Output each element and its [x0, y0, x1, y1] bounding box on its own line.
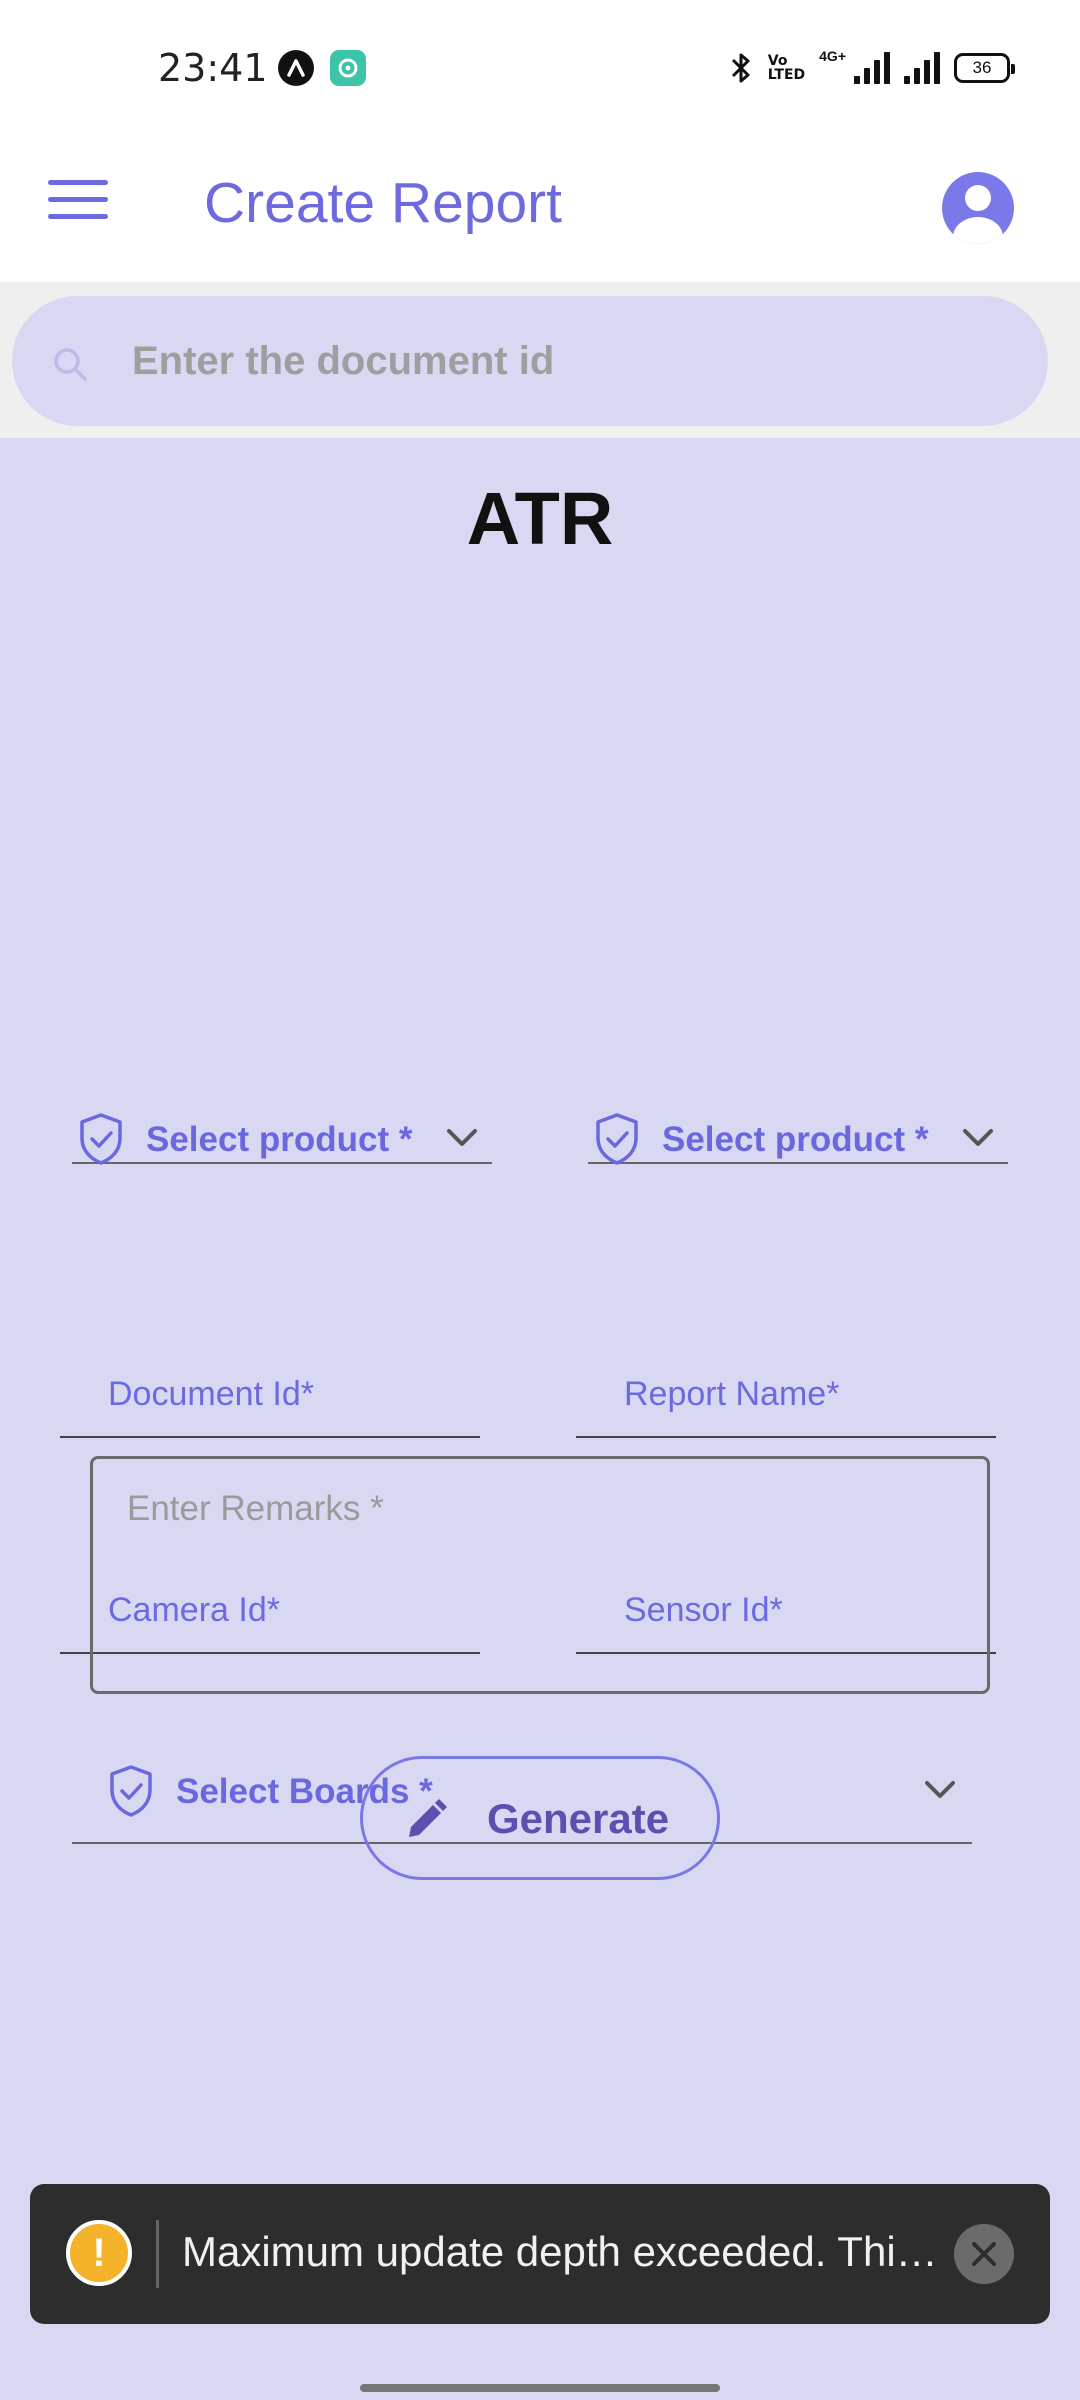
report-name-field[interactable]	[576, 1330, 996, 1438]
toast-message: Maximum update depth exceeded. Thi…	[182, 2228, 938, 2275]
search-bar-container	[0, 282, 1080, 438]
report-form: ATR Select product * Select product * Do…	[0, 438, 1080, 2400]
product-select-2-label: Select product *	[662, 1120, 929, 1159]
generate-button[interactable]: Generate	[360, 1756, 720, 1880]
shield-check-icon	[80, 1113, 122, 1165]
remarks-textarea[interactable]	[90, 1456, 990, 1694]
hamburger-menu-icon[interactable]	[48, 180, 108, 224]
generate-label: Generate	[487, 1795, 670, 1842]
report-name-input[interactable]	[624, 1368, 984, 1420]
search-bar[interactable]	[12, 296, 1048, 426]
pencil-icon	[409, 1799, 447, 1837]
chevron-down-icon	[447, 1129, 477, 1146]
status-bar: 23:41 Vo LTED 4G+ 36	[0, 0, 1080, 130]
toast-divider	[156, 2220, 159, 2288]
chat-notification-icon	[330, 50, 366, 86]
bluetooth-icon	[731, 53, 750, 83]
product-select-1[interactable]: Select product *	[72, 1058, 492, 1165]
close-icon[interactable]	[954, 2224, 1014, 2284]
warning-icon: !	[66, 2220, 132, 2286]
signal-icon-2	[904, 52, 940, 84]
page-title: Create Report	[204, 171, 563, 235]
home-indicator[interactable]	[360, 2384, 720, 2392]
form-title: ATR	[466, 477, 614, 560]
product-select-1-label: Select product *	[146, 1120, 413, 1159]
battery-icon: 36	[954, 53, 1015, 83]
error-toast: ! Maximum update depth exceeded. Thi…	[30, 2184, 1050, 2324]
chevron-down-icon	[925, 1781, 955, 1798]
chevron-down-icon	[963, 1129, 993, 1146]
volte-label-top: Vo	[767, 53, 788, 69]
status-indicators: Vo LTED 4G+ 36	[728, 48, 1015, 88]
account-circle-icon[interactable]	[942, 172, 1014, 244]
status-time: 23:41	[158, 46, 268, 90]
app-bar: Create Report	[0, 130, 1080, 282]
network-type: 4G+	[819, 48, 846, 64]
volte-icon: Vo LTED	[768, 54, 805, 82]
document-id-field[interactable]	[60, 1330, 480, 1438]
product-select-2[interactable]: Select product *	[588, 1058, 1008, 1165]
volte-label-bottom: LTED	[767, 67, 806, 83]
document-id-input[interactable]	[108, 1368, 468, 1420]
shield-check-icon	[110, 1765, 152, 1817]
app-notification-icon	[278, 50, 314, 86]
search-input[interactable]	[132, 324, 1012, 398]
signal-icon	[854, 52, 890, 84]
search-icon	[54, 348, 87, 381]
shield-check-icon	[596, 1113, 638, 1165]
